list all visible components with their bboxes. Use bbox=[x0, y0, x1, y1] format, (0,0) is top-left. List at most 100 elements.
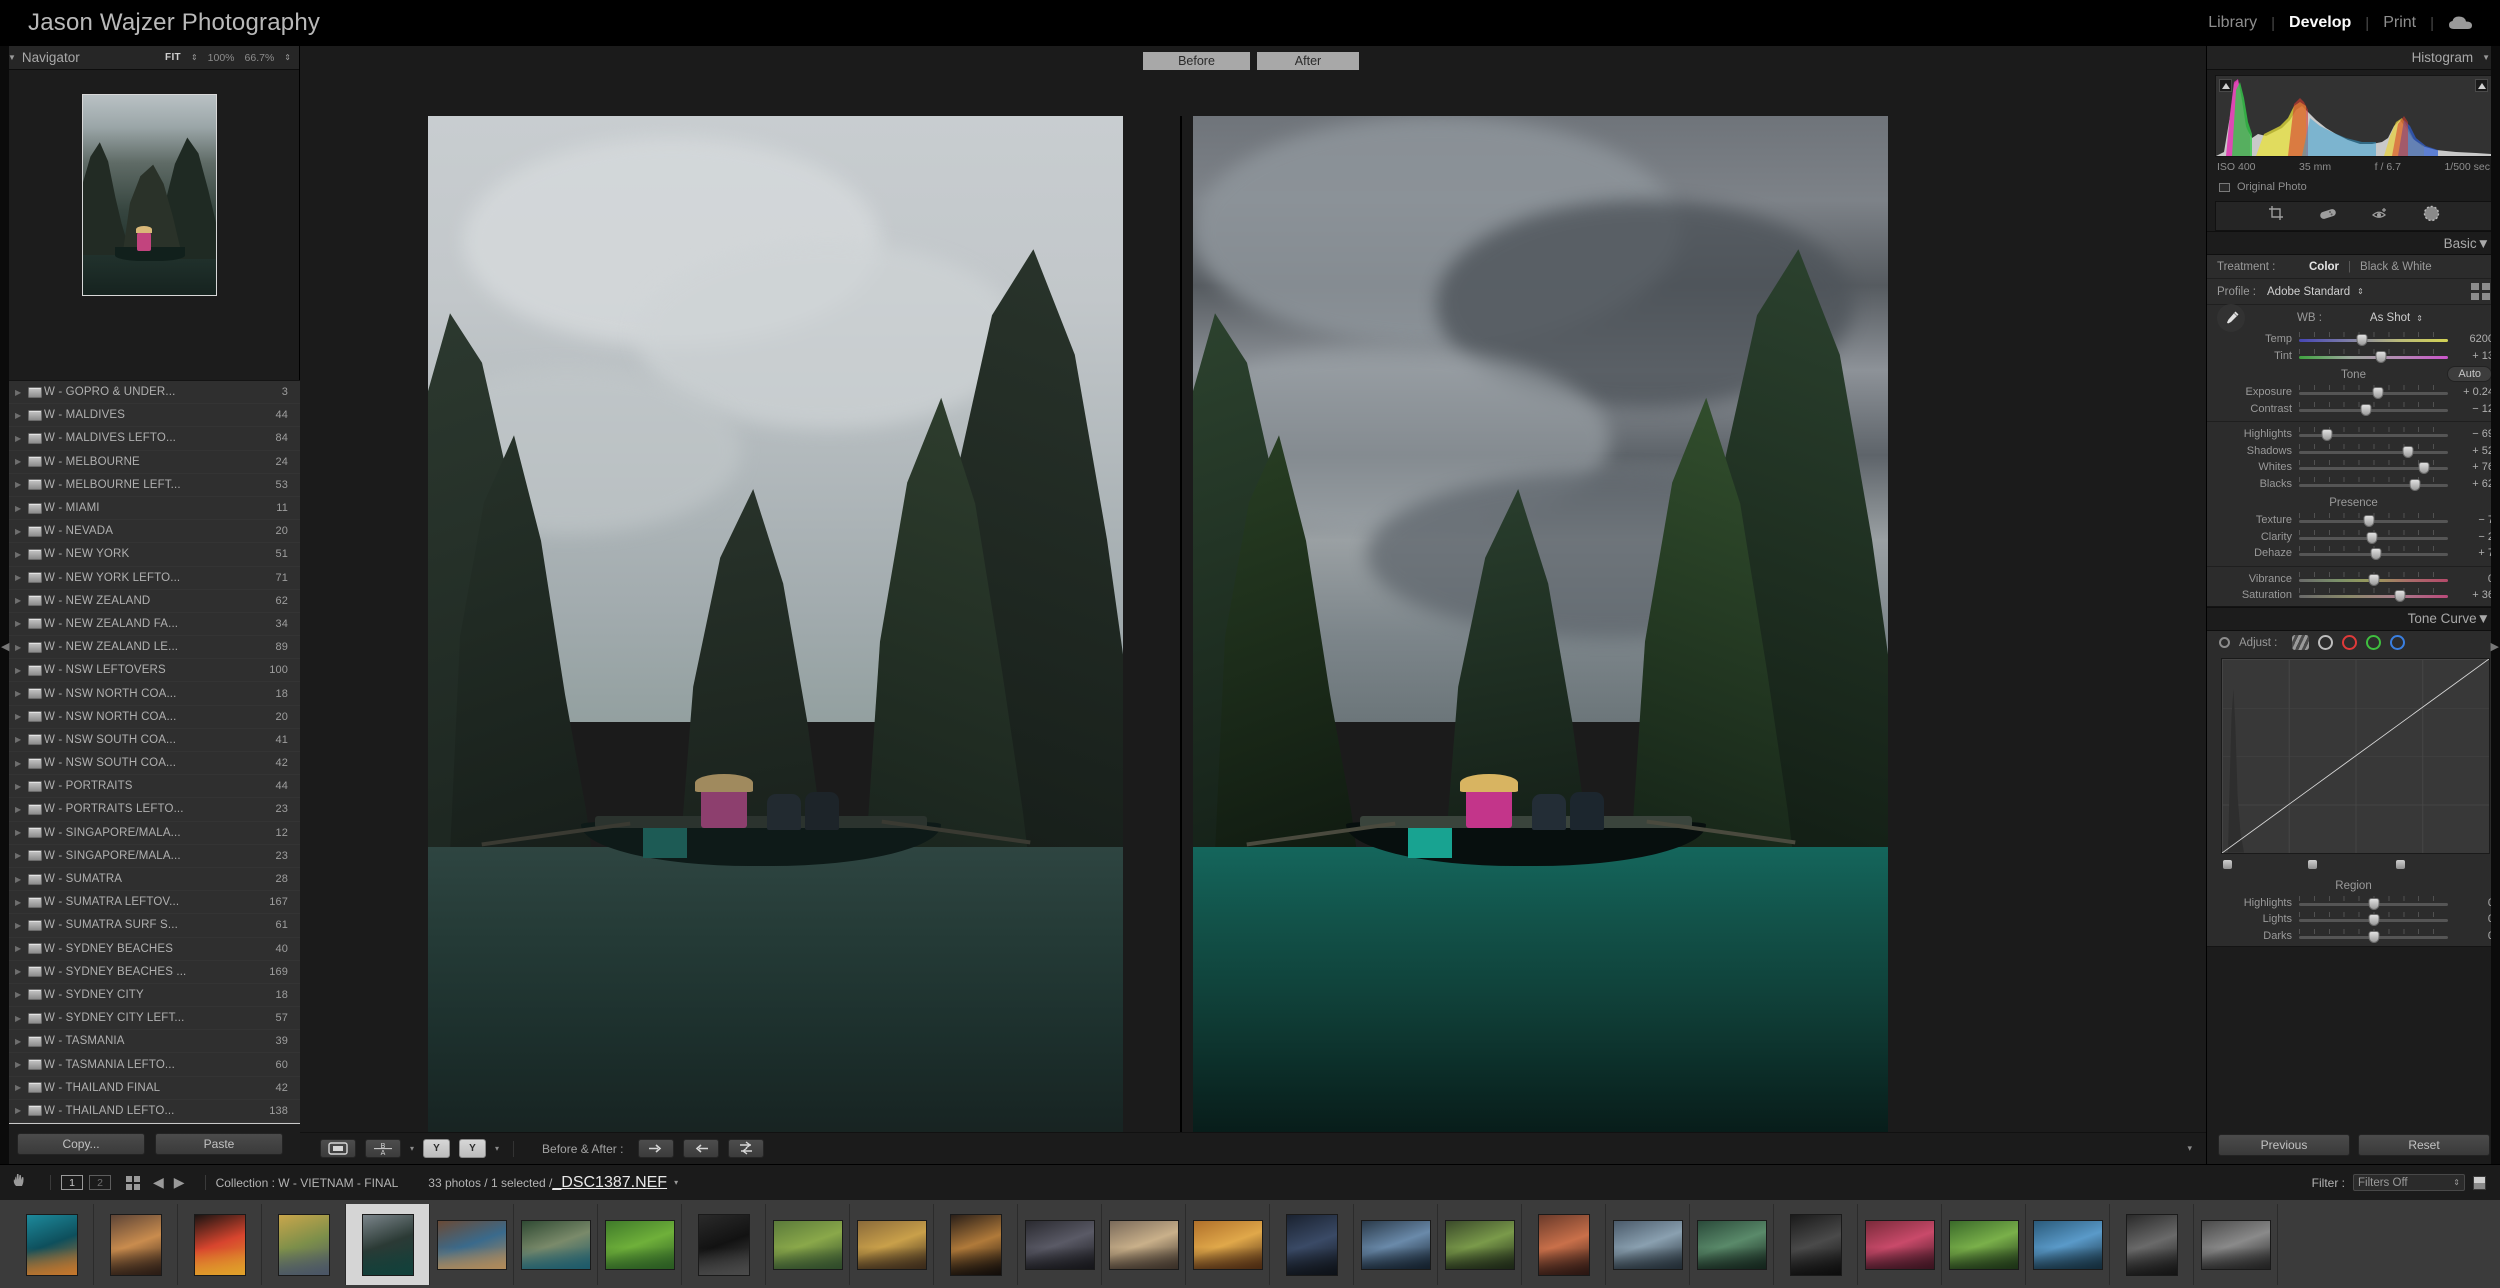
slider-clarity[interactable]: Clarity − 2 bbox=[2207, 529, 2500, 546]
slider-knob[interactable] bbox=[2394, 590, 2406, 603]
slider-value[interactable]: − 12 bbox=[2448, 403, 2494, 415]
range-slider-darks[interactable] bbox=[2308, 859, 2318, 869]
copy-settings-button[interactable]: Copy... bbox=[17, 1133, 145, 1155]
chevron-down-icon[interactable]: ▾ bbox=[674, 1178, 678, 1187]
slider-knob[interactable] bbox=[2366, 531, 2378, 544]
slider-shadows[interactable]: Shadows + 52 bbox=[2207, 443, 2500, 460]
collection-row[interactable]: ▶ W - GOPRO & UNDER... 3 bbox=[0, 381, 300, 405]
spot-removal-icon[interactable] bbox=[2319, 207, 2337, 225]
collection-row[interactable]: ▶ W - SYDNEY BEACHES 40 bbox=[0, 938, 300, 961]
screen-1-button[interactable]: 1 bbox=[61, 1175, 83, 1190]
zoom-custom-spinner-icon[interactable]: ⇕ bbox=[284, 53, 291, 62]
slider-value[interactable]: − 2 bbox=[2448, 531, 2494, 543]
slider-contrast[interactable]: Contrast − 12 bbox=[2207, 401, 2500, 418]
disclosure-triangle-icon[interactable]: ▶ bbox=[15, 457, 21, 466]
disclosure-triangle-icon[interactable]: ▶ bbox=[15, 527, 21, 536]
slider-track[interactable] bbox=[2299, 546, 2448, 561]
slider-track[interactable] bbox=[2299, 588, 2448, 603]
slider-knob[interactable] bbox=[2356, 334, 2368, 347]
disclosure-triangle-icon[interactable]: ▶ bbox=[15, 1106, 21, 1115]
chevron-down-icon[interactable]: ▾ bbox=[410, 1144, 414, 1153]
copy-after-to-before-icon[interactable] bbox=[638, 1139, 675, 1158]
go-back-icon[interactable]: ◀ bbox=[153, 1174, 164, 1191]
slider-temp[interactable]: Temp 6200 bbox=[2207, 331, 2500, 348]
collection-row[interactable]: ▶ W - MIAMI 11 bbox=[0, 497, 300, 521]
basic-section-header[interactable]: Basic ▼ bbox=[2207, 231, 2500, 255]
auto-tone-button[interactable]: Auto bbox=[2447, 366, 2492, 382]
right-collapse-arrow-icon[interactable]: ▶ bbox=[2491, 640, 2499, 653]
filmstrip-thumb[interactable] bbox=[2194, 1204, 2278, 1285]
profile-value[interactable]: Adobe Standard bbox=[2267, 286, 2350, 298]
slider-track[interactable] bbox=[2299, 460, 2448, 475]
zoom-100-label[interactable]: 100% bbox=[208, 52, 235, 64]
filmstrip-thumb[interactable] bbox=[766, 1204, 850, 1285]
triangle-down-icon[interactable]: ▼ bbox=[2477, 236, 2490, 251]
slider-track[interactable] bbox=[2299, 332, 2448, 347]
disclosure-triangle-icon[interactable]: ▶ bbox=[15, 805, 21, 814]
slider-knob[interactable] bbox=[2360, 403, 2372, 416]
collection-row[interactable]: ▶ W - NSW NORTH COA... 18 bbox=[0, 682, 300, 706]
disclosure-triangle-icon[interactable]: ▶ bbox=[15, 666, 21, 675]
disclosure-triangle-icon[interactable]: ▶ bbox=[15, 898, 21, 907]
white-balance-selector-icon[interactable] bbox=[2217, 304, 2245, 332]
tone-curve-section-header[interactable]: Tone Curve ▼ bbox=[2207, 606, 2500, 631]
collection-row[interactable]: ▶ W - TASMANIA 39 bbox=[0, 1030, 300, 1054]
collection-row[interactable]: ▶ W - PORTRAITS 44 bbox=[0, 775, 300, 799]
swap-before-after-icon[interactable] bbox=[728, 1139, 765, 1158]
left-collapse-arrow-icon[interactable]: ◀ bbox=[1, 640, 9, 653]
slider-track[interactable] bbox=[2299, 443, 2448, 458]
slider-value[interactable]: + 7 bbox=[2448, 547, 2494, 559]
collection-row[interactable]: ▶ W - NSW SOUTH COA... 42 bbox=[0, 752, 300, 776]
collection-row[interactable]: ▶ W - MALDIVES 44 bbox=[0, 404, 300, 428]
collection-row[interactable]: ▶ W - SYDNEY CITY 18 bbox=[0, 984, 300, 1008]
slider-value[interactable]: 0 bbox=[2448, 930, 2494, 942]
slider-track[interactable] bbox=[2299, 529, 2448, 544]
filmstrip-thumb[interactable] bbox=[10, 1204, 94, 1285]
collection-row[interactable]: ▶ W - THAILAND FINAL 42 bbox=[0, 1077, 300, 1100]
slider-vibrance[interactable]: Vibrance 0 bbox=[2207, 571, 2500, 588]
slider-track[interactable] bbox=[2299, 928, 2448, 943]
collection-row[interactable]: ▶ W - NEVADA 20 bbox=[0, 520, 300, 544]
slider-value[interactable]: 0 bbox=[2448, 573, 2494, 585]
slider-knob[interactable] bbox=[2368, 930, 2379, 943]
slider-value[interactable]: + 52 bbox=[2448, 445, 2494, 457]
parametric-curve-icon[interactable] bbox=[2292, 635, 2310, 650]
filmstrip-thumb[interactable] bbox=[430, 1204, 514, 1285]
collection-row[interactable]: ▶ W - SUMATRA LEFTOV... 167 bbox=[0, 891, 300, 915]
triangle-down-icon[interactable]: ▼ bbox=[2477, 611, 2490, 626]
disclosure-triangle-icon[interactable]: ▶ bbox=[15, 1060, 21, 1069]
filmstrip-thumb[interactable] bbox=[1942, 1204, 2026, 1285]
module-library[interactable]: Library bbox=[2194, 14, 2271, 32]
left-panel-collapse-strip[interactable]: ◀ bbox=[0, 46, 9, 1164]
profile-spinner-icon[interactable]: ⇕ bbox=[2357, 287, 2364, 296]
disclosure-triangle-icon[interactable]: ▶ bbox=[15, 596, 21, 605]
slider-knob[interactable] bbox=[2363, 515, 2375, 528]
before-after-yy-left-button[interactable]: Y bbox=[423, 1139, 451, 1158]
disclosure-triangle-icon[interactable]: ▶ bbox=[15, 1014, 21, 1023]
tone-curve-graph[interactable] bbox=[2221, 657, 2490, 854]
slider-track[interactable] bbox=[2299, 571, 2448, 586]
slider-highlights[interactable]: Highlights − 69 bbox=[2207, 426, 2500, 443]
module-develop[interactable]: Develop bbox=[2275, 14, 2365, 32]
disclosure-triangle-icon[interactable]: ▶ bbox=[15, 504, 21, 513]
slider-track[interactable] bbox=[2299, 385, 2448, 400]
red-channel-icon[interactable] bbox=[2342, 635, 2358, 650]
slider-track[interactable] bbox=[2299, 348, 2448, 363]
slider-track[interactable] bbox=[2299, 476, 2448, 491]
screen-2-button[interactable]: 2 bbox=[89, 1175, 111, 1190]
tone-curve-range-sliders[interactable] bbox=[2221, 859, 2486, 869]
red-eye-icon[interactable] bbox=[2371, 206, 2389, 226]
filmstrip-thumb-selected[interactable] bbox=[346, 1204, 430, 1285]
slider-saturation[interactable]: Saturation + 36 bbox=[2207, 587, 2500, 604]
blue-channel-icon[interactable] bbox=[2390, 635, 2406, 650]
disclosure-triangle-icon[interactable]: ▶ bbox=[15, 573, 21, 582]
module-print[interactable]: Print bbox=[2369, 14, 2430, 32]
collection-row[interactable]: ▶ W - NEW YORK LEFTO... 71 bbox=[0, 567, 300, 590]
slider-value[interactable]: 0 bbox=[2448, 897, 2494, 909]
filmstrip-thumb[interactable] bbox=[1690, 1204, 1774, 1285]
disclosure-triangle-icon[interactable]: ▶ bbox=[15, 1083, 21, 1092]
disclosure-triangle-icon[interactable]: ▶ bbox=[15, 689, 21, 698]
filmstrip-thumb[interactable] bbox=[514, 1204, 598, 1285]
filmstrip-thumb[interactable] bbox=[1858, 1204, 1942, 1285]
after-photo[interactable] bbox=[1193, 116, 1888, 1160]
